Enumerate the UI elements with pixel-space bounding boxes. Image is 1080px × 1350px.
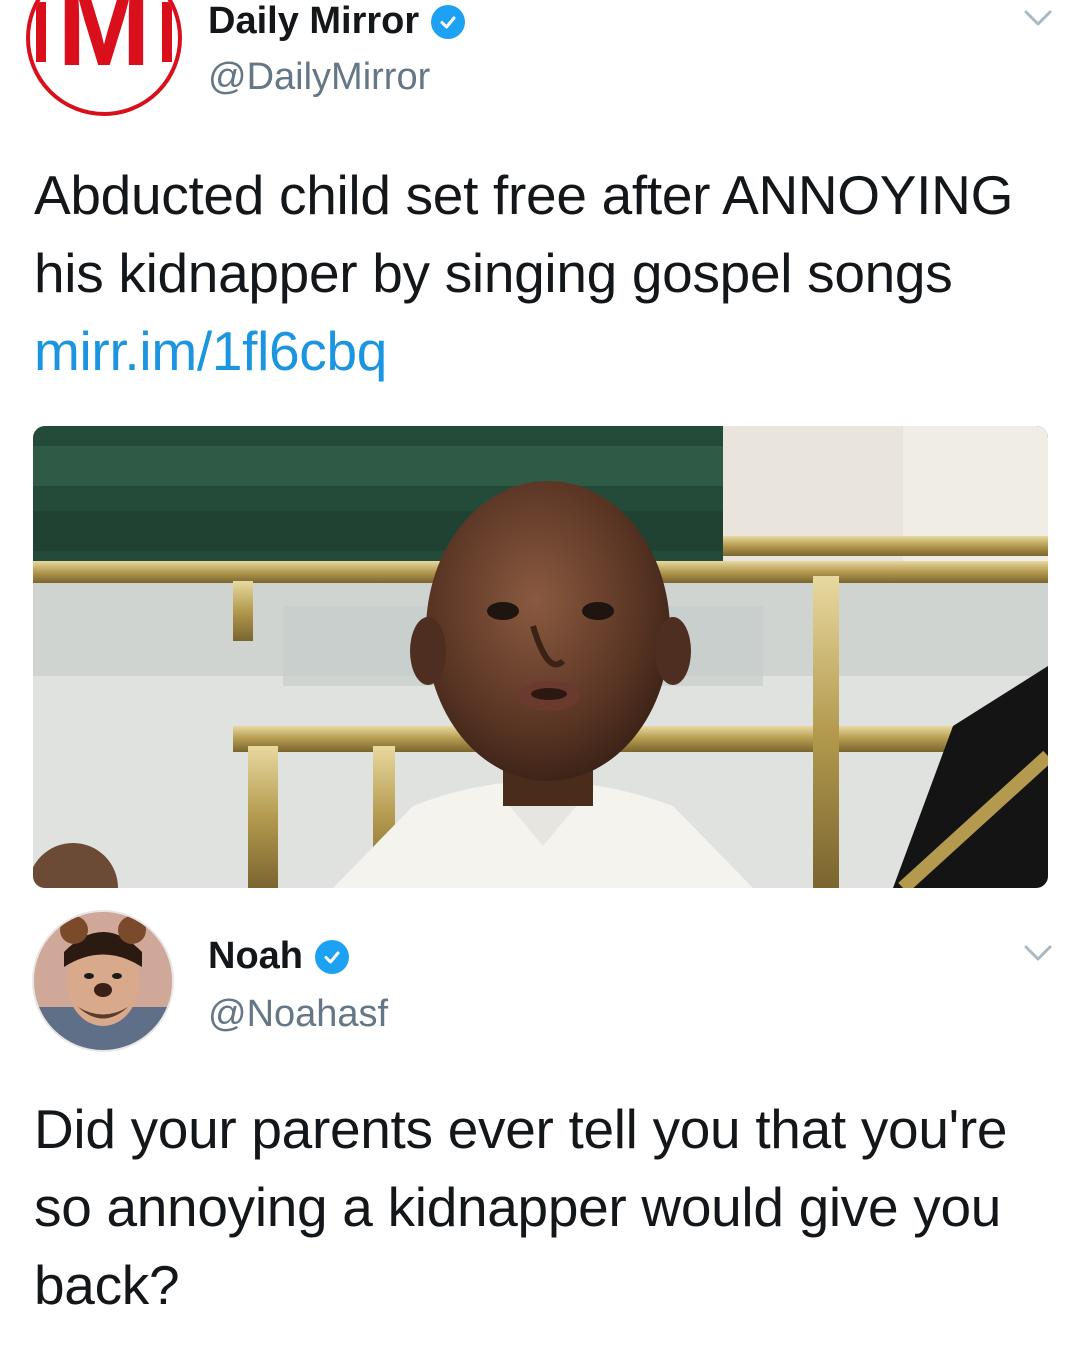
author-row: Daily Mirror bbox=[208, 0, 466, 43]
daily-mirror-logo-avatar[interactable]: M bbox=[26, 0, 182, 116]
tweet-link[interactable]: mirr.im/1fl6cbq bbox=[34, 320, 387, 382]
author-handle[interactable]: @Noahasf bbox=[208, 993, 388, 1036]
photo-child-church-image bbox=[33, 426, 1048, 888]
tweet-text: Did your parents ever tell you that you'… bbox=[34, 1098, 1008, 1316]
chevron-down-icon[interactable] bbox=[1018, 0, 1058, 40]
mirror-logo-letter: M bbox=[57, 0, 151, 91]
author-name[interactable]: Daily Mirror bbox=[208, 0, 419, 43]
noah-avatar-image bbox=[34, 912, 172, 1050]
tweet-text: Abducted child set free after ANNOYING h… bbox=[34, 156, 1044, 390]
tweet-media-photo[interactable] bbox=[33, 426, 1048, 888]
verified-badge-icon bbox=[315, 939, 349, 974]
author-handle[interactable]: @DailyMirror bbox=[208, 56, 430, 99]
tweet-noah: Noah @Noahasf Did your parents ever tell… bbox=[0, 900, 1080, 1350]
chevron-down-icon[interactable] bbox=[1018, 935, 1058, 975]
tweet-body: Abducted child set free after ANNOYING h… bbox=[34, 164, 1014, 304]
noah-avatar[interactable] bbox=[32, 910, 174, 1052]
verified-badge-icon bbox=[431, 4, 466, 39]
author-row: Noah bbox=[208, 935, 349, 978]
author-name[interactable]: Noah bbox=[208, 935, 303, 978]
tweet-daily-mirror: M Daily Mirror @DailyMirror Abducted chi… bbox=[0, 0, 1080, 900]
